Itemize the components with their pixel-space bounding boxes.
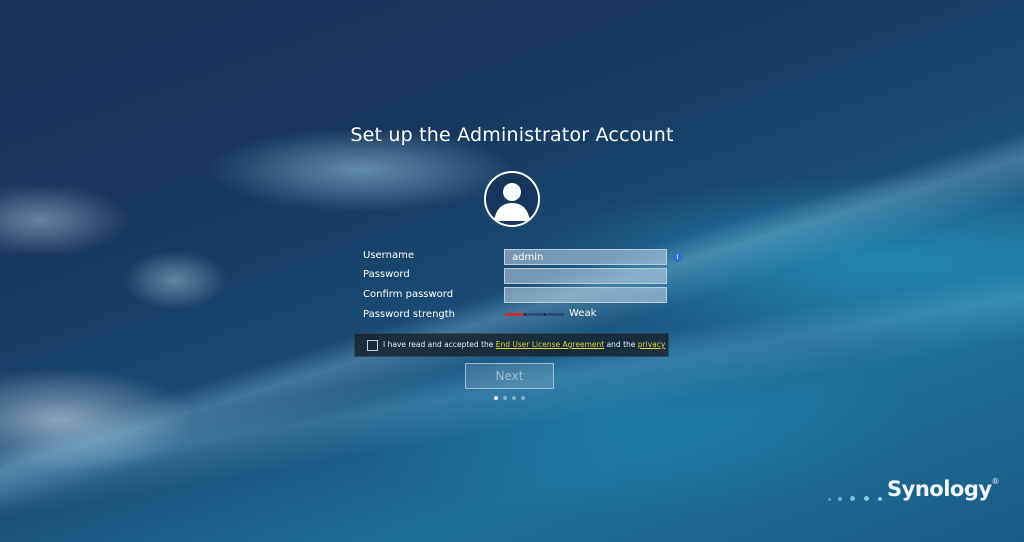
privacy-link[interactable]: privacy <box>638 340 666 349</box>
step-dot-4 <box>521 396 525 400</box>
eula-panel: I have read and accepted the End User Li… <box>354 333 669 357</box>
logo-text: Synology <box>887 477 992 501</box>
username-label: Username <box>363 250 414 261</box>
password-strength-text: Weak <box>569 308 597 319</box>
confirm-password-field[interactable] <box>504 287 667 303</box>
eula-prefix: I have read and accepted the <box>383 340 496 349</box>
password-strength-fill <box>505 313 525 316</box>
next-button[interactable]: Next <box>465 363 554 389</box>
password-field[interactable] <box>504 268 667 284</box>
step-dot-2 <box>503 396 507 400</box>
user-avatar-icon <box>484 171 540 227</box>
logo-mark: ® <box>991 477 1000 486</box>
strength-divider <box>524 313 525 316</box>
step-indicator <box>494 396 534 402</box>
eula-middle: and the <box>604 340 638 349</box>
info-icon[interactable]: i <box>673 253 682 262</box>
page-title: Set up the Administrator Account <box>350 124 674 146</box>
synology-logo: Synology® <box>887 477 1000 501</box>
logo-dots-decoration <box>828 496 888 504</box>
step-dot-3 <box>512 396 516 400</box>
eula-link[interactable]: End User License Agreement <box>496 340 604 349</box>
eula-checkbox[interactable] <box>367 340 378 351</box>
password-strength-label: Password strength <box>363 309 456 320</box>
eula-text: I have read and accepted the End User Li… <box>383 340 665 349</box>
password-strength-meter <box>505 313 564 316</box>
username-field[interactable] <box>504 249 667 265</box>
step-dot-1 <box>494 396 498 400</box>
strength-divider <box>544 313 545 316</box>
password-label: Password <box>363 269 410 280</box>
confirm-password-label: Confirm password <box>363 289 454 300</box>
